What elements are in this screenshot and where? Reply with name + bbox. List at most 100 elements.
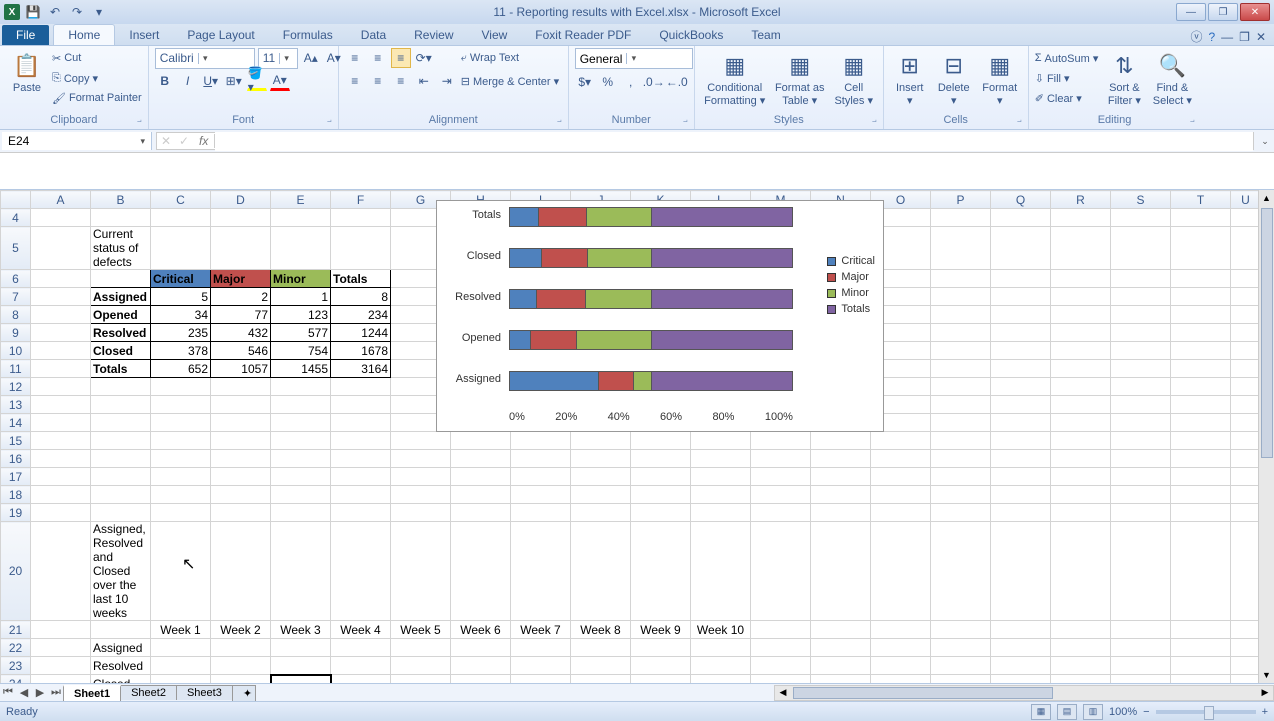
cell[interactable] (331, 378, 391, 396)
cell[interactable] (751, 468, 811, 486)
tab-foxit[interactable]: Foxit Reader PDF (521, 25, 645, 45)
cell[interactable] (631, 432, 691, 450)
scroll-left-icon[interactable]: ◀ (775, 687, 791, 698)
cell[interactable] (871, 522, 931, 621)
cell[interactable] (271, 639, 331, 657)
close-button[interactable]: ✕ (1240, 3, 1270, 21)
cell[interactable] (631, 657, 691, 675)
cell[interactable] (1171, 414, 1231, 432)
zoom-slider[interactable] (1156, 710, 1256, 714)
col-header[interactable]: Q (991, 191, 1051, 209)
indent-dec-icon[interactable]: ⇤ (414, 71, 434, 91)
cell[interactable] (1171, 639, 1231, 657)
cell[interactable] (391, 639, 451, 657)
cell[interactable] (31, 621, 91, 639)
cell[interactable] (871, 432, 931, 450)
currency-icon[interactable]: $▾ (575, 72, 595, 92)
cell[interactable] (151, 675, 211, 684)
cell[interactable]: 1057 (211, 360, 271, 378)
cell[interactable] (511, 432, 571, 450)
cell[interactable] (211, 468, 271, 486)
col-header[interactable]: U (1231, 191, 1261, 209)
cell[interactable] (1111, 306, 1171, 324)
cell[interactable] (1051, 306, 1111, 324)
cell[interactable] (1051, 675, 1111, 684)
col-header[interactable]: A (31, 191, 91, 209)
cell-styles-button[interactable]: ▦Cell Styles ▾ (831, 48, 877, 109)
conditional-formatting-button[interactable]: ▦Conditional Formatting ▾ (701, 48, 769, 109)
chart-bar[interactable] (509, 207, 793, 227)
chart-bar[interactable] (509, 248, 793, 268)
cell[interactable] (271, 378, 331, 396)
fx-icon[interactable]: fx (193, 134, 215, 148)
cell[interactable] (1111, 504, 1171, 522)
cell[interactable]: Assigned, Resolved and Closed over the l… (91, 522, 151, 621)
cell[interactable] (571, 639, 631, 657)
enter-formula-icon[interactable]: ✓ (175, 134, 193, 148)
cell[interactable] (1051, 657, 1111, 675)
format-painter-button[interactable]: 🖌Format Painter (52, 88, 142, 108)
cell[interactable] (751, 486, 811, 504)
cell[interactable] (1171, 504, 1231, 522)
cell[interactable] (211, 450, 271, 468)
cell[interactable] (31, 227, 91, 270)
cell[interactable] (511, 522, 571, 621)
cell[interactable] (991, 432, 1051, 450)
cell[interactable] (31, 504, 91, 522)
cell[interactable] (31, 378, 91, 396)
cell[interactable] (151, 209, 211, 227)
cell[interactable] (91, 378, 151, 396)
border-button[interactable]: ⊞▾ (224, 71, 244, 91)
scroll-up-icon[interactable]: ▲ (1259, 190, 1274, 206)
cell[interactable] (1231, 378, 1261, 396)
cell[interactable] (991, 342, 1051, 360)
cell[interactable] (331, 504, 391, 522)
cell[interactable] (451, 486, 511, 504)
cell[interactable] (1231, 450, 1261, 468)
col-header[interactable]: R (1051, 191, 1111, 209)
cell[interactable] (931, 468, 991, 486)
row-header[interactable]: 12 (1, 378, 31, 396)
cell[interactable] (1231, 360, 1261, 378)
cell[interactable] (1111, 621, 1171, 639)
cell[interactable] (931, 306, 991, 324)
wrap-text-button[interactable]: ⤶Wrap Text (461, 48, 559, 68)
cell[interactable]: Assigned (91, 288, 151, 306)
cell[interactable] (331, 657, 391, 675)
cell[interactable] (811, 504, 871, 522)
cell[interactable] (1171, 288, 1231, 306)
cell[interactable]: Resolved (91, 657, 151, 675)
cell[interactable] (211, 522, 271, 621)
cell[interactable]: Assigned (91, 639, 151, 657)
cell[interactable] (571, 522, 631, 621)
paste-button[interactable]: 📋 Paste (6, 48, 48, 96)
cell[interactable] (1231, 324, 1261, 342)
cell[interactable] (91, 621, 151, 639)
cell[interactable] (151, 414, 211, 432)
cell[interactable] (151, 639, 211, 657)
cell[interactable]: Closed (91, 675, 151, 684)
page-break-view-icon[interactable]: ▥ (1083, 704, 1103, 720)
doc-minimize-icon[interactable]: — (1221, 30, 1233, 44)
cell[interactable] (1111, 657, 1171, 675)
cell[interactable] (31, 657, 91, 675)
merge-center-button[interactable]: ⊟Merge & Center ▾ (461, 71, 559, 91)
cell[interactable] (1111, 209, 1171, 227)
cell[interactable] (1231, 432, 1261, 450)
cell[interactable] (1111, 486, 1171, 504)
cell[interactable] (511, 486, 571, 504)
align-right-icon[interactable]: ≡ (391, 71, 411, 91)
formula-input-area[interactable]: ✕ ✓ fx (156, 132, 1254, 150)
cell[interactable] (1171, 657, 1231, 675)
cell[interactable] (211, 504, 271, 522)
cell[interactable] (451, 450, 511, 468)
scroll-right-icon[interactable]: ▶ (1257, 687, 1273, 698)
cell[interactable] (1111, 450, 1171, 468)
tab-data[interactable]: Data (347, 25, 400, 45)
cell[interactable] (271, 657, 331, 675)
cell[interactable] (991, 675, 1051, 684)
cell[interactable] (1171, 342, 1231, 360)
cell[interactable] (1231, 288, 1261, 306)
cell[interactable]: 3164 (331, 360, 391, 378)
cell[interactable] (751, 621, 811, 639)
